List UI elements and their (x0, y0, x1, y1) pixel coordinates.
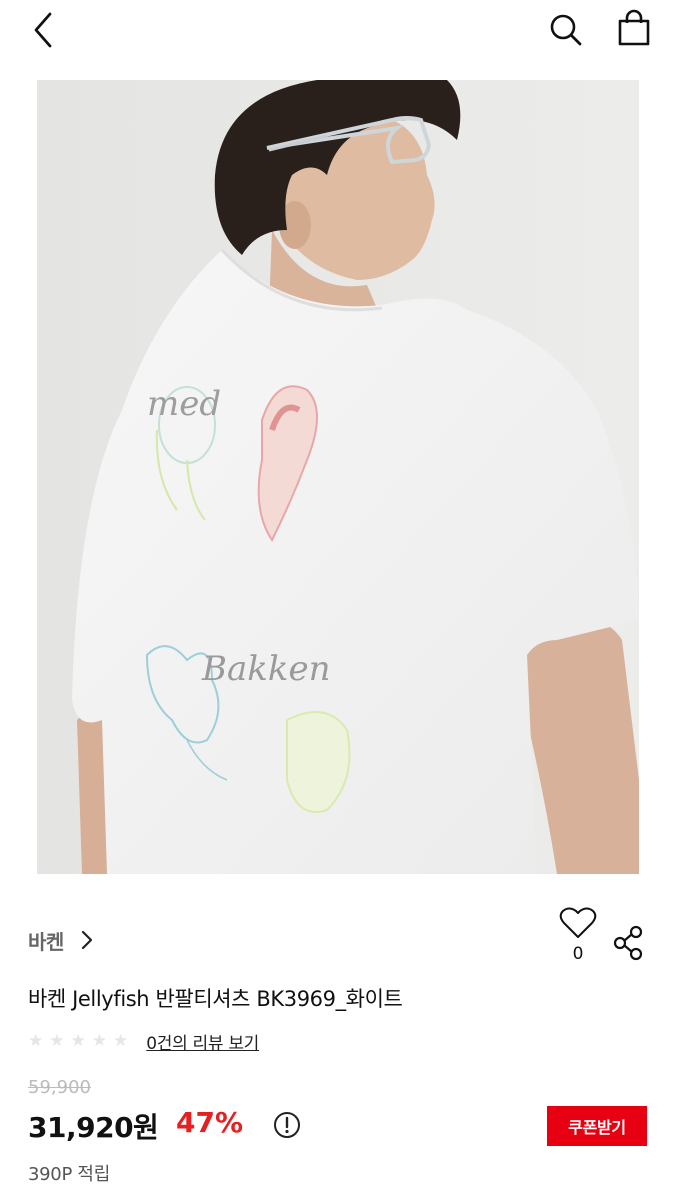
shopping-bag-icon (618, 9, 650, 46)
info-icon (274, 1112, 300, 1138)
star-icon: ★ (70, 1030, 86, 1051)
star-icon: ★ (49, 1030, 65, 1051)
back-button[interactable] (26, 8, 66, 52)
shirt-print-script: med (147, 384, 221, 424)
chevron-left-icon (34, 12, 52, 48)
like-count: 0 (572, 944, 584, 964)
star-icon: ★ (28, 1030, 44, 1051)
share-icon (613, 925, 643, 961)
chevron-right-icon (81, 930, 92, 950)
brand-name: 바켄 (28, 929, 64, 954)
search-button[interactable] (544, 8, 588, 52)
price-info-button[interactable] (272, 1110, 302, 1140)
brand-link[interactable]: 바켄 (28, 923, 94, 957)
product-title: 바켄 Jellyfish 반팔티셔츠 BK3969_화이트 (28, 987, 403, 1011)
search-icon (550, 14, 582, 46)
discount-rate: 47% (176, 1106, 244, 1139)
reward-points: 390P 적립 (28, 1164, 110, 1185)
top-bar (0, 0, 675, 60)
rating-row: ★ ★ ★ ★ ★ 0건의 리뷰 보기 (28, 1028, 259, 1054)
heart-icon (559, 907, 597, 938)
original-price: 59,900 (28, 1077, 91, 1098)
review-link[interactable]: 0건의 리뷰 보기 (146, 1029, 259, 1054)
star-icon: ★ (113, 1030, 129, 1051)
like-button[interactable]: 0 (558, 906, 598, 964)
sale-price: 31,920원 (28, 1111, 159, 1144)
share-button[interactable] (612, 924, 646, 962)
product-photo: med Bakken (37, 80, 639, 874)
shopping-bag-button[interactable] (612, 6, 656, 50)
star-icon: ★ (91, 1030, 107, 1051)
shirt-print-logo: Bakken (201, 649, 330, 689)
rating-stars: ★ ★ ★ ★ ★ (28, 1030, 129, 1051)
coupon-button[interactable]: 쿠폰받기 (547, 1106, 647, 1146)
product-image[interactable]: med Bakken (37, 80, 639, 874)
